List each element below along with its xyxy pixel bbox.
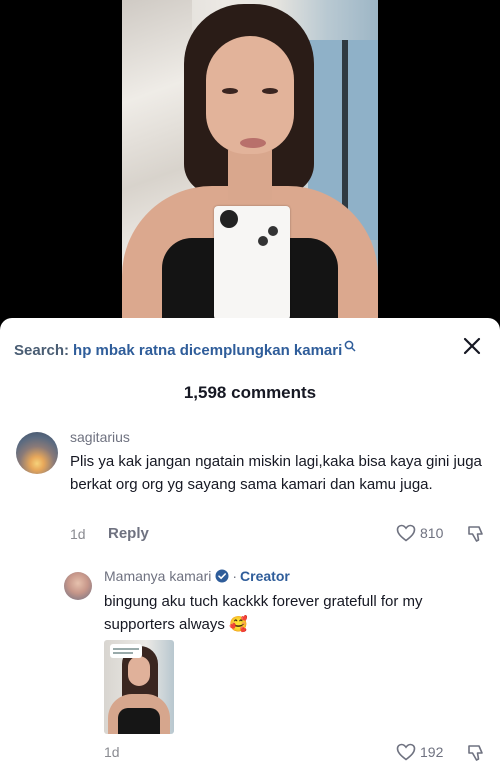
reply-time: 1d [104, 744, 120, 760]
search-icon [344, 340, 356, 352]
person-face [206, 36, 294, 154]
thumb-comment-bubble [110, 644, 142, 658]
comment-username[interactable]: sagitarius [70, 429, 130, 445]
like-count: 810 [420, 525, 444, 541]
comment-time: 1d [70, 526, 86, 542]
person-eye-left [222, 88, 238, 94]
avatar[interactable] [16, 432, 58, 474]
search-prefix: Search: [14, 341, 70, 359]
reply-like-count: 192 [420, 744, 444, 760]
thumb-bubble-line [113, 652, 133, 654]
dislike-icon[interactable] [466, 743, 486, 763]
reply-text: bingung aku tuch kackkk forever grateful… [104, 593, 423, 633]
thumb-bubble-line [113, 648, 139, 650]
verified-icon [215, 569, 229, 583]
reply-like-button[interactable]: 192 [396, 743, 443, 761]
search-query-link[interactable]: hp mbak ratna dicemplungkan kamari [73, 342, 342, 359]
video-player[interactable] [0, 0, 500, 320]
person-neck [228, 150, 272, 200]
comment-text: Plis ya kak jangan ngatain miskin lagi,k… [70, 453, 482, 493]
separator-dot: · [232, 568, 238, 584]
thumb-face [128, 656, 150, 686]
comments-sheet: Search: hp mbak ratna dicemplungkan kama… [0, 318, 500, 772]
thumb-top [118, 708, 160, 734]
reply-name-row: Mamanya kamari · Creator [104, 568, 290, 584]
reply-video-thumbnail[interactable] [104, 640, 174, 734]
reply-button[interactable]: Reply [108, 525, 149, 542]
video-frame [122, 0, 378, 320]
heart-icon [396, 743, 416, 761]
creator-badge: Creator [240, 568, 290, 584]
comment-count: 1,598 comments [183, 383, 317, 402]
search-suggestion[interactable]: Search: hp mbak ratna dicemplungkan kama… [14, 340, 356, 360]
box-camera-2 [258, 236, 268, 246]
reply-username[interactable]: Mamanya kamari [104, 568, 211, 584]
close-icon[interactable] [460, 334, 484, 358]
like-button[interactable]: 810 [396, 524, 443, 542]
box-camera-1 [268, 226, 278, 236]
person-eye-right [262, 88, 278, 94]
box-logo [220, 210, 238, 228]
person-lips [240, 138, 266, 148]
heart-icon [396, 524, 416, 542]
reply-avatar[interactable] [64, 572, 92, 600]
dislike-icon[interactable] [466, 524, 486, 544]
